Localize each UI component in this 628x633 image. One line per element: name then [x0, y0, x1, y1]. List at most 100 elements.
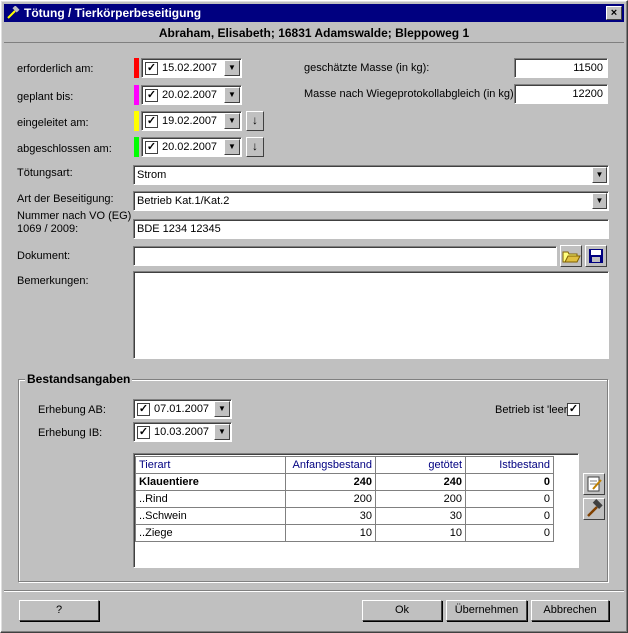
abgeschlossen-arrow-down-button[interactable]: ↓ — [246, 137, 264, 157]
eingeleitet-date-value: 19.02.2007 — [162, 115, 218, 127]
chevron-down-icon[interactable]: ▼ — [224, 87, 240, 103]
toetungsart-value: Strom — [137, 169, 167, 181]
nummer-input[interactable]: BDE 1234 12345 — [133, 219, 609, 239]
geschaetzte-masse-label: geschätzte Masse (in kg): — [304, 62, 430, 74]
geplant-color-marker — [134, 85, 139, 105]
toetungsart-select[interactable]: Strom ▼ — [133, 165, 609, 185]
table-row[interactable]: ..Schwein 30 30 0 — [135, 507, 554, 525]
table-header-row: Tierart Anfangsbestand getötet Istbestan… — [135, 456, 554, 474]
erhebung-ab-checkbox[interactable]: ✓ — [137, 403, 150, 416]
betrieb-leer-checkbox[interactable]: ✓ — [567, 403, 580, 416]
abgeschlossen-label: abgeschlossen am: — [17, 143, 112, 155]
geplant-date-picker[interactable]: ✓ 20.02.2007 ▼ — [141, 85, 242, 105]
eingeleitet-arrow-down-button[interactable]: ↓ — [246, 111, 264, 131]
table-row[interactable]: ..Rind 200 200 0 — [135, 490, 554, 508]
abgeschlossen-date-picker[interactable]: ✓ 20.02.2007 ▼ — [141, 137, 242, 157]
erforderlich-checkbox[interactable]: ✓ — [145, 62, 158, 75]
anfangsbestand-cell: 10 — [285, 524, 376, 542]
edit-bestand-button[interactable] — [583, 473, 605, 495]
bemerkungen-textarea[interactable] — [133, 271, 609, 359]
erhebung-ab-label: Erhebung AB: — [38, 404, 106, 416]
uebernehmen-button[interactable]: Übernehmen — [446, 600, 527, 621]
column-header-istbestand[interactable]: Istbestand — [465, 456, 554, 474]
anfangsbestand-cell: 30 — [285, 507, 376, 525]
bemerkungen-label: Bemerkungen: — [17, 275, 89, 287]
istbestand-cell: 0 — [465, 473, 554, 491]
ok-button[interactable]: Ok — [362, 600, 442, 621]
nummer-label-line1: Nummer nach VO (EG) — [17, 210, 132, 222]
beseitigung-select[interactable]: Betrieb Kat.1/Kat.2 ▼ — [133, 191, 609, 211]
erforderlich-label: erforderlich am: — [17, 63, 94, 75]
hammer-icon — [587, 499, 603, 517]
betrieb-leer-label: Betrieb ist 'leer' — [495, 404, 570, 416]
erforderlich-color-marker — [134, 58, 139, 78]
eingeleitet-checkbox[interactable]: ✓ — [145, 115, 158, 128]
open-document-button[interactable] — [560, 245, 582, 267]
eingeleitet-label: eingeleitet am: — [17, 117, 89, 129]
tierart-cell: Klauentiere — [135, 473, 286, 491]
geplant-checkbox[interactable]: ✓ — [145, 89, 158, 102]
column-header-getoetet[interactable]: getötet — [375, 456, 466, 474]
table-row[interactable]: Klauentiere 240 240 0 — [135, 473, 554, 491]
owner-header: Abraham, Elisabeth; 16831 Adamswalde; Bl… — [4, 24, 624, 43]
title-bar: Tötung / Tierkörperbeseitigung × — [4, 4, 624, 22]
column-header-anfangsbestand[interactable]: Anfangsbestand — [285, 456, 376, 474]
footer-separator — [4, 590, 624, 592]
abgeschlossen-checkbox[interactable]: ✓ — [145, 141, 158, 154]
eingeleitet-color-marker — [134, 111, 139, 131]
chevron-down-icon[interactable]: ▼ — [592, 167, 607, 183]
help-button[interactable]: ? — [19, 600, 99, 621]
save-disk-icon — [589, 249, 603, 263]
erhebung-ib-checkbox[interactable]: ✓ — [137, 426, 150, 439]
anfangsbestand-cell: 200 — [285, 490, 376, 508]
dokument-input[interactable] — [133, 246, 557, 266]
beseitigung-label: Art der Beseitigung: — [17, 193, 114, 205]
table-row[interactable]: ..Ziege 10 10 0 — [135, 524, 554, 542]
tierart-cell: ..Schwein — [135, 507, 286, 525]
chevron-down-icon[interactable]: ▼ — [224, 60, 240, 76]
geplant-label: geplant bis: — [17, 91, 74, 103]
save-document-button[interactable] — [585, 245, 607, 267]
wiege-masse-input[interactable]: 12200 — [514, 84, 608, 104]
eingeleitet-date-picker[interactable]: ✓ 19.02.2007 ▼ — [141, 111, 242, 131]
erhebung-ab-date-picker[interactable]: ✓ 07.01.2007 ▼ — [133, 399, 232, 419]
chevron-down-icon[interactable]: ▼ — [214, 401, 230, 417]
geplant-date-value: 20.02.2007 — [162, 89, 218, 101]
getoetet-cell: 30 — [375, 507, 466, 525]
folder-open-icon — [562, 251, 581, 263]
erhebung-ib-date-picker[interactable]: ✓ 10.03.2007 ▼ — [133, 422, 232, 442]
toetungsart-label: Tötungsart: — [17, 167, 73, 179]
nummer-label-line2: 1069 / 2009: — [17, 223, 79, 235]
hammer-icon — [7, 6, 20, 19]
chevron-down-icon[interactable]: ▼ — [592, 193, 607, 209]
dokument-label: Dokument: — [17, 250, 71, 262]
erhebung-ib-label: Erhebung IB: — [38, 427, 103, 439]
tierart-cell: ..Rind — [135, 490, 286, 508]
geschaetzte-masse-input[interactable]: 11500 — [514, 58, 608, 78]
close-button[interactable]: × — [606, 6, 622, 20]
column-header-tierart[interactable]: Tierart — [135, 456, 286, 474]
istbestand-cell: 0 — [465, 524, 554, 542]
getoetet-cell: 10 — [375, 524, 466, 542]
chevron-down-icon[interactable]: ▼ — [214, 424, 230, 440]
erhebung-ab-date-value: 07.01.2007 — [154, 403, 210, 415]
abbrechen-button[interactable]: Abbrechen — [531, 600, 609, 621]
tierart-cell: ..Ziege — [135, 524, 286, 542]
chevron-down-icon[interactable]: ▼ — [224, 113, 240, 129]
istbestand-cell: 0 — [465, 507, 554, 525]
beseitigung-value: Betrieb Kat.1/Kat.2 — [137, 195, 230, 207]
erforderlich-date-value: 15.02.2007 — [162, 62, 218, 74]
anfangsbestand-cell: 240 — [285, 473, 376, 491]
erforderlich-date-picker[interactable]: ✓ 15.02.2007 ▼ — [141, 58, 242, 78]
toetung-hammer-button[interactable] — [583, 498, 605, 520]
dialog-window: Tötung / Tierkörperbeseitigung × Abraham… — [0, 0, 628, 633]
window-title: Tötung / Tierkörperbeseitigung — [24, 6, 202, 20]
erhebung-ib-date-value: 10.03.2007 — [154, 426, 210, 438]
getoetet-cell: 200 — [375, 490, 466, 508]
istbestand-cell: 0 — [465, 490, 554, 508]
bestand-table: Tierart Anfangsbestand getötet Istbestan… — [133, 453, 579, 568]
abgeschlossen-date-value: 20.02.2007 — [162, 141, 218, 153]
abgeschlossen-color-marker — [134, 137, 139, 157]
chevron-down-icon[interactable]: ▼ — [224, 139, 240, 155]
edit-notepad-icon — [587, 476, 602, 492]
